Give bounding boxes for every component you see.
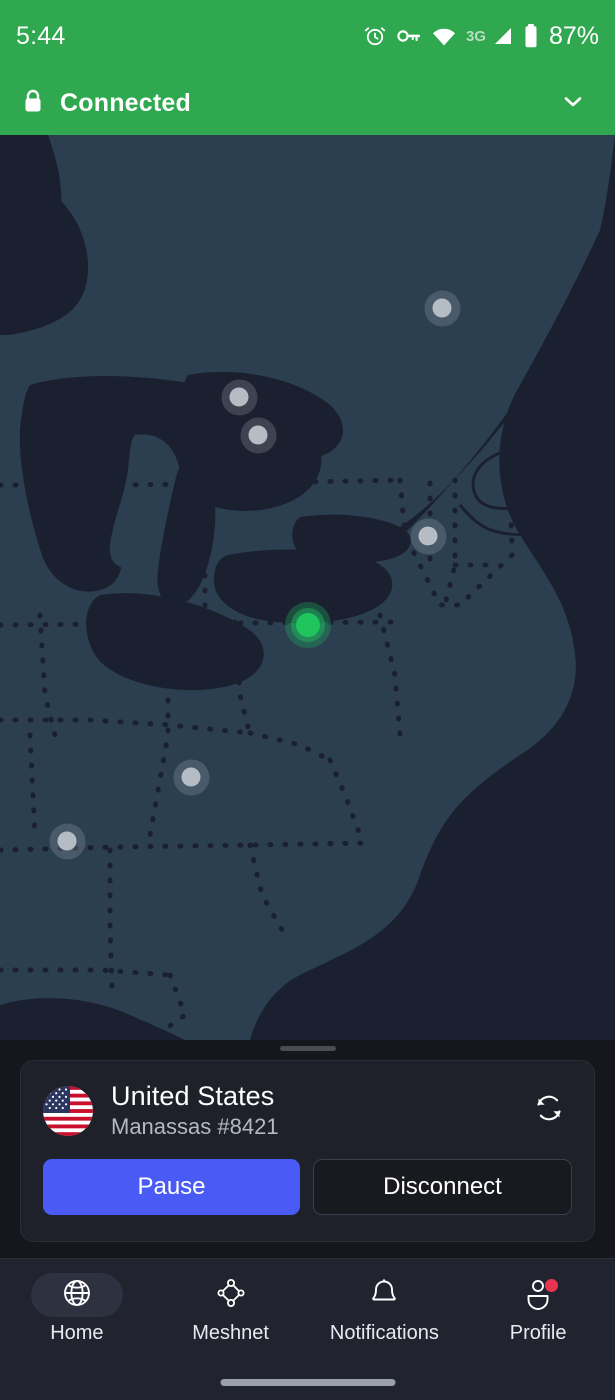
nav-item-profile[interactable]: Profile <box>461 1273 615 1345</box>
server-marker[interactable] <box>49 823 85 859</box>
home-indicator <box>220 1379 395 1386</box>
drag-handle[interactable] <box>279 1046 336 1051</box>
alarm-icon <box>363 24 387 48</box>
map-graphics <box>0 135 615 1040</box>
status-icons: 3G 87% <box>363 22 599 51</box>
battery-percent: 87% <box>548 21 599 50</box>
network-type-label: 3G <box>465 27 486 45</box>
battery-icon <box>523 23 539 49</box>
profile-badge-dot <box>545 1279 559 1292</box>
server-marker[interactable] <box>424 290 460 326</box>
server-city: Manassas #8421 <box>111 1114 279 1140</box>
bottom-navigation: Home Meshnet Notifications Profile <box>0 1258 615 1400</box>
wifi-icon <box>431 25 457 47</box>
world-map[interactable] <box>0 135 615 1040</box>
nav-label-meshnet: Meshnet <box>192 1322 269 1344</box>
bottom-sheet: United States Manassas #8421 Pause Disco… <box>0 1040 615 1258</box>
cellular-signal-icon <box>492 25 514 47</box>
us-flag-icon <box>43 1085 93 1136</box>
server-info-row: United States Manassas #8421 <box>43 1081 572 1141</box>
home-icon-pill <box>30 1273 123 1317</box>
pause-button[interactable]: Pause <box>43 1158 300 1215</box>
server-marker[interactable] <box>173 759 209 795</box>
server-marker[interactable] <box>410 518 446 554</box>
action-buttons: Pause Disconnect <box>43 1158 572 1215</box>
disconnect-button[interactable]: Disconnect <box>313 1158 572 1215</box>
nav-label-profile: Profile <box>509 1322 567 1344</box>
connection-status-title: Connected <box>60 89 191 117</box>
server-country: United States <box>111 1081 275 1111</box>
connection-status-header[interactable]: Connected <box>0 72 615 135</box>
reconnect-button[interactable] <box>526 1088 572 1134</box>
server-marker[interactable] <box>221 379 257 415</box>
profile-icon-wrap <box>492 1273 584 1317</box>
nav-item-notifications[interactable]: Notifications <box>308 1273 462 1345</box>
connection-status-left: Connected <box>22 88 551 119</box>
bell-icon <box>367 1276 401 1315</box>
expand-status-button[interactable] <box>551 82 595 126</box>
notifications-icon-wrap <box>338 1273 430 1317</box>
nav-item-home[interactable]: Home <box>0 1273 154 1345</box>
chevron-down-icon <box>558 86 588 121</box>
lock-closed-icon <box>22 88 44 119</box>
server-marker[interactable] <box>240 417 276 453</box>
connected-server-marker[interactable] <box>285 602 331 648</box>
reconnect-icon <box>530 1089 568 1132</box>
mesh-network-icon <box>214 1276 248 1315</box>
app-screen: 5:44 3G 87% Connected United States Mana… <box>0 0 615 1400</box>
nav-label-notifications: Notifications <box>329 1322 439 1344</box>
meshnet-icon-wrap <box>185 1273 277 1317</box>
globe-icon <box>60 1276 94 1315</box>
server-card: United States Manassas #8421 Pause Disco… <box>20 1060 595 1242</box>
vpn-key-icon <box>396 24 422 48</box>
nav-item-meshnet[interactable]: Meshnet <box>154 1273 308 1345</box>
server-text: United States Manassas #8421 <box>111 1081 526 1141</box>
status-bar: 5:44 3G 87% <box>0 0 615 72</box>
status-time: 5:44 <box>16 21 66 50</box>
nav-label-home: Home <box>50 1322 104 1344</box>
